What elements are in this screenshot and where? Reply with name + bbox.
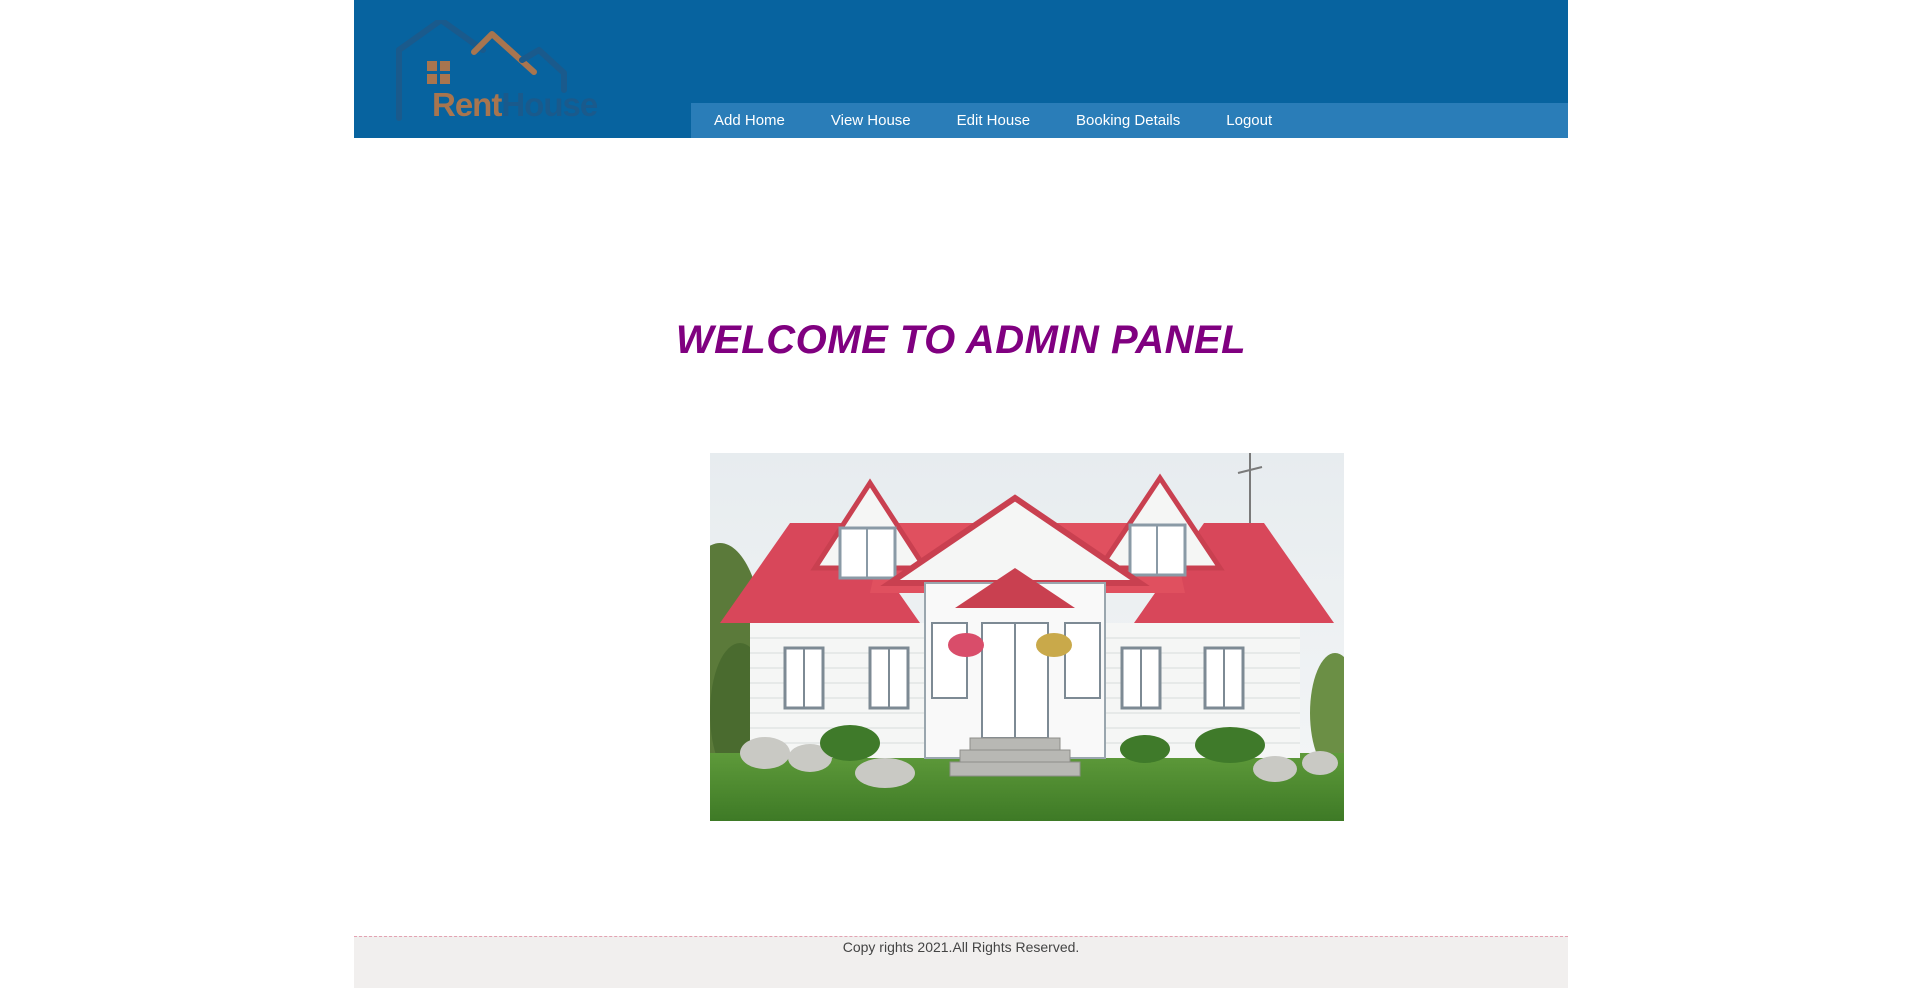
welcome-heading: WELCOME TO ADMIN PANEL bbox=[675, 318, 1247, 362]
page-container: RentHouse Add Home View House Edit House… bbox=[354, 0, 1568, 988]
main-nav: Add Home View House Edit House Booking D… bbox=[691, 103, 1568, 138]
logo-text-rent: Rent bbox=[432, 86, 502, 123]
copyright-text: Copy rights 2021.All Rights Reserved. bbox=[842, 939, 1080, 955]
logo-text-house: House bbox=[501, 86, 598, 123]
nav-booking-details[interactable]: Booking Details bbox=[1053, 103, 1203, 138]
site-header: RentHouse Add Home View House Edit House… bbox=[354, 0, 1568, 138]
site-logo[interactable]: RentHouse bbox=[394, 20, 598, 132]
nav-view-house[interactable]: View House bbox=[808, 103, 934, 138]
site-footer: Copy rights 2021.All Rights Reserved. bbox=[354, 936, 1568, 988]
house-image bbox=[710, 453, 1344, 821]
nav-logout[interactable]: Logout bbox=[1203, 103, 1295, 138]
logo-text: RentHouse bbox=[432, 86, 598, 123]
house-photo-illustration bbox=[710, 453, 1344, 821]
nav-add-home[interactable]: Add Home bbox=[691, 103, 808, 138]
nav-edit-house[interactable]: Edit House bbox=[934, 103, 1053, 138]
